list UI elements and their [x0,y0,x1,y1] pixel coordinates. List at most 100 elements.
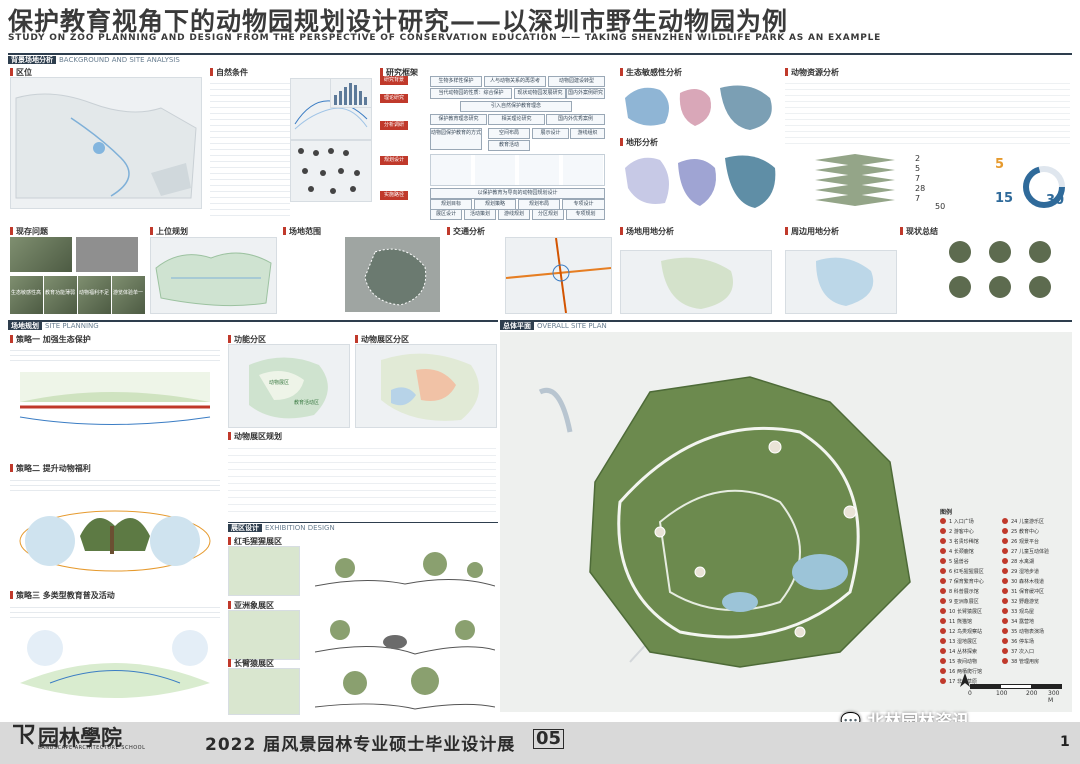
stat-2: 15 [995,191,1014,206]
legend-item: 26 观景平台 [1002,537,1067,547]
legend-label: 3 名贵珍稀馆 [949,539,979,545]
legend-item: 28 水禽湖 [1002,557,1067,567]
strategy-3-heading: 策略三 多类型教育普及活动 [10,590,115,601]
animal-levels: 2 5 7 28 7 50 [785,152,985,212]
framework-side-2: 理论研究 [380,94,408,103]
legend-item: 15 夜间动物 [940,657,1005,667]
framework-box: 展示设计 [532,128,569,139]
school-logo-svg [13,724,35,745]
legend-item: 34 露营地 [1002,617,1067,627]
legend-item: 11 熊猫馆 [940,617,1005,627]
panel-terrain-heading: 地形分析 [620,137,658,148]
animal-table [785,78,1070,148]
legend-marker-icon [940,538,946,544]
function-zone-map: 动物展区 教育活动区 [228,344,350,428]
section-overall-label: 总体平面 OVERALL SITE PLAN [500,321,607,331]
legend-marker-icon [940,608,946,614]
nature-text-block [210,78,290,218]
upper-plan-map-svg [155,252,272,307]
legend-label: 26 观景平台 [1011,539,1039,545]
framework-bottom: 游线规划 [498,209,530,220]
landuse-map-svg [661,257,733,309]
legend-item: 9 亚洲象展区 [940,597,1005,607]
exhibit-1-section [314,546,496,596]
legend-label: 29 湿地步道 [1011,569,1039,575]
framework-box: 教育活动 [488,140,530,151]
panel-scope-heading: 场地范围 [283,226,321,237]
zone-label: 动物展区 [269,380,290,386]
framework-detail-grid [430,154,605,186]
legend-item: 5 猛兽谷 [940,557,1005,567]
level-b: 5 [915,164,921,173]
legend-label: 36 停车场 [1011,639,1034,645]
framework-box: 保护教育理念研究 [430,114,487,125]
legend-label: 11 熊猫馆 [949,619,972,625]
legend-label: 6 红毛猩猩展区 [949,569,984,575]
exhibit-1-section-svg [314,552,496,587]
board-number: 05 [533,729,565,749]
stat-1: 5 [995,157,1005,172]
legend-item: 10 长臂猿展区 [940,607,1005,617]
legend-item: 32 野趣游览 [1002,597,1067,607]
legend-marker-icon [1002,638,1008,644]
panel-nature-heading: 自然条件 [210,67,248,78]
ecology-maps-svg [625,85,772,130]
legend-label: 31 保育缓冲区 [1011,589,1044,595]
legend-marker-icon [940,568,946,574]
framework-box: 动物园保护教育的方式 [430,128,482,150]
surrounding-map [785,250,897,314]
framework-bottom: 专项规划 [566,209,605,220]
legend-title: 图例 [940,509,953,516]
species-icons-svg [298,148,360,194]
strategy-1-diagram-svg [19,372,211,425]
legend-marker-icon [1002,528,1008,534]
legend-marker-icon [940,598,946,604]
framework-box: 空间布局 [488,128,530,139]
school-logo-icon [10,722,36,752]
scale-bar: 0 100 200 300 M [968,684,1065,706]
legend-item: 3 名贵珍稀馆 [940,537,1005,547]
poster-subtitle: STUDY ON ZOO PLANNING AND DESIGN FROM TH… [8,33,882,43]
legend-item: 38 管理用房 [1002,657,1067,667]
north-arrow-icon [960,672,970,691]
problem-tag-photo: 生态敏感性高 [10,276,43,314]
strategy-3-diagram [10,623,220,713]
status-photo-grid [935,237,1070,317]
legend-label: 33 观鸟屋 [1011,609,1034,615]
page-number: 1 [1060,734,1070,750]
legend-marker-icon [940,518,946,524]
exhibit-2-section [314,610,496,660]
legend-column-left: 1 入口广场 2 游客中心 3 名贵珍稀馆 4 长颈鹿馆 5 猛兽谷 6 红毛猩猩展区 7 … [940,517,1005,687]
panel-surrounding-heading: 周边用地分析 [785,226,839,237]
legend-item: 30 森林木栈道 [1002,577,1067,587]
exhibition-title: 2022 届风景园林专业硕士毕业设计展 [205,735,516,755]
problem-tag-photo: 教育功能薄弱 [44,276,77,314]
upper-plan-map [150,237,277,314]
climate-bars [330,78,372,108]
legend-label: 38 管理用房 [1011,659,1039,665]
legend-label: 28 水禽湖 [1011,559,1034,565]
legend-marker-icon [940,628,946,634]
terrain-maps-svg [625,155,776,208]
legend-marker-icon [1002,578,1008,584]
legend-item: 7 保育繁育中心 [940,577,1005,587]
exhibit-2-plan [228,610,300,660]
framework-side-1: 研究背景 [380,76,408,85]
panel-traffic-heading: 交通分析 [447,226,485,237]
legend-marker-icon [940,678,946,684]
framework-side-4: 规划设计 [380,156,408,165]
legend-item: 25 教育中心 [1002,527,1067,537]
legend-label: 32 野趣游览 [1011,599,1039,605]
legend-marker-icon [1002,628,1008,634]
legend-item: 27 儿童互动体验 [1002,547,1067,557]
legend-marker-icon [940,588,946,594]
level-f: 50 [935,202,946,211]
traffic-map [505,237,612,314]
legend-label: 37 次入口 [1011,649,1034,655]
legend-marker-icon [940,558,946,564]
species-icons [290,140,372,202]
animal-zone-map [355,344,497,428]
legend-marker-icon [940,548,946,554]
legend-item: 31 保育缓冲区 [1002,587,1067,597]
legend-item: 8 科普展示馆 [940,587,1005,597]
